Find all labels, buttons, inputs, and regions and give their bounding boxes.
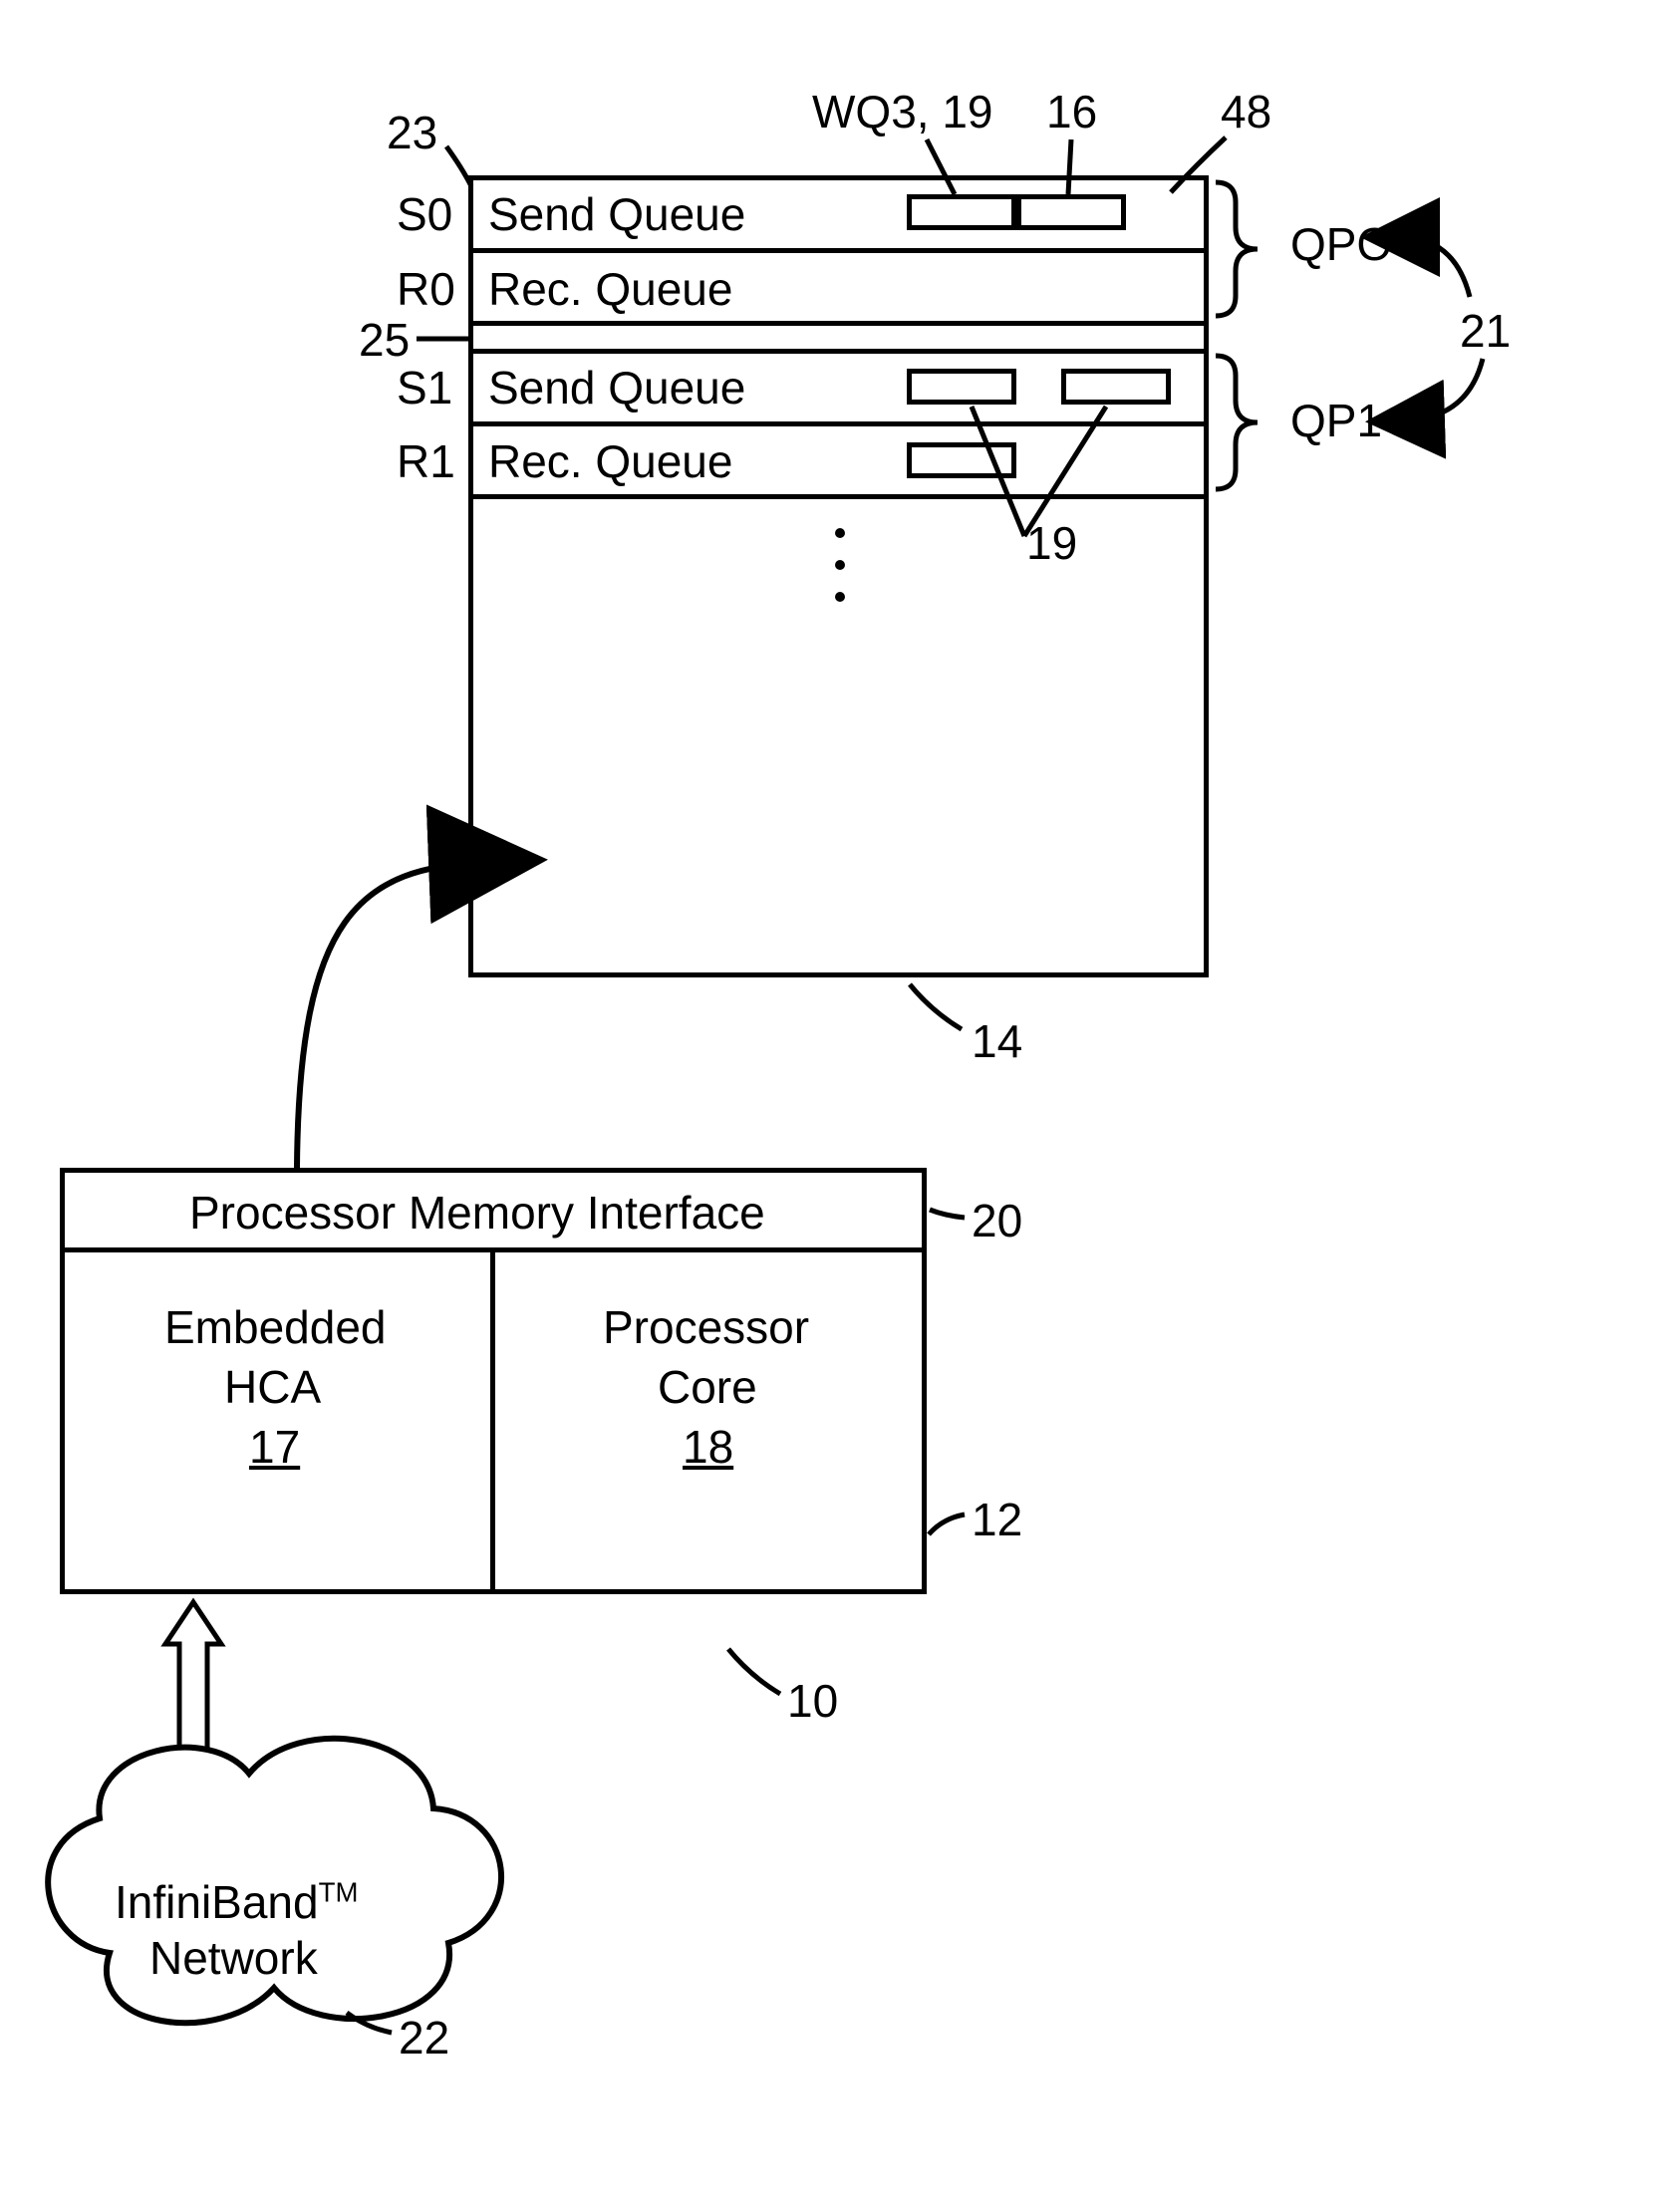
diagram-stage: Send Queue Rec. Queue Send Queue Rec. Qu…	[0, 0, 1680, 2204]
cloud-leader-svg	[0, 0, 1680, 2204]
